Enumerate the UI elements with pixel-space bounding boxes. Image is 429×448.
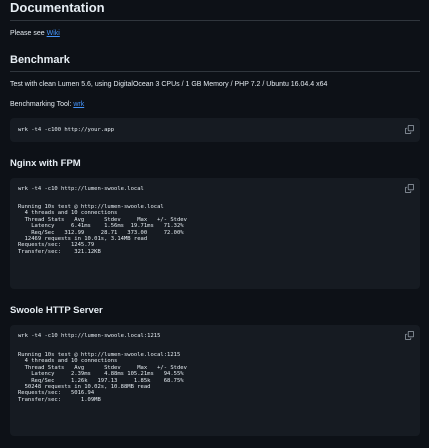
benchmark-tool-paragraph: Benchmarking Tool: wrk (10, 100, 84, 110)
code-swoole-command: wrk -t4 -c10 http://lumen-swoole.local:1… (18, 333, 161, 339)
code-benchmark-command: wrk -t4 -c100 http://your.app (18, 127, 115, 133)
documentation-heading: Documentation (10, 0, 105, 15)
code-nginx-output: Running 10s test @ http://lumen-swoole.l… (18, 204, 187, 255)
benchmark-heading: Benchmark (10, 54, 70, 66)
documentation-text: Please see (10, 30, 45, 37)
code-nginx-command: wrk -t4 -c10 http://lumen-swoole.local (18, 186, 144, 192)
code-block-benchmark: wrk -t4 -c100 http://your.app (10, 118, 420, 142)
copy-icon[interactable] (405, 331, 415, 341)
benchmark-tool-text: Benchmarking Tool: (10, 101, 72, 108)
wrk-link[interactable]: wrk (73, 101, 84, 108)
documentation-divider (10, 20, 420, 21)
documentation-paragraph: Please see Wiki (10, 29, 60, 39)
code-swoole-output: Running 10s test @ http://lumen-swoole.l… (18, 352, 187, 403)
swoole-heading: Swoole HTTP Server (10, 305, 103, 316)
code-block-nginx: wrk -t4 -c10 http://lumen-swoole.local R… (10, 178, 420, 289)
copy-icon[interactable] (405, 125, 415, 135)
benchmark-description: Test with clean Lumen 5.6, using Digital… (10, 81, 328, 88)
wiki-link[interactable]: Wiki (47, 30, 60, 37)
copy-icon[interactable] (405, 184, 415, 194)
code-block-swoole: wrk -t4 -c10 http://lumen-swoole.local:1… (10, 325, 420, 436)
benchmark-divider (10, 71, 420, 72)
nginx-heading: Nginx with FPM (10, 158, 81, 169)
